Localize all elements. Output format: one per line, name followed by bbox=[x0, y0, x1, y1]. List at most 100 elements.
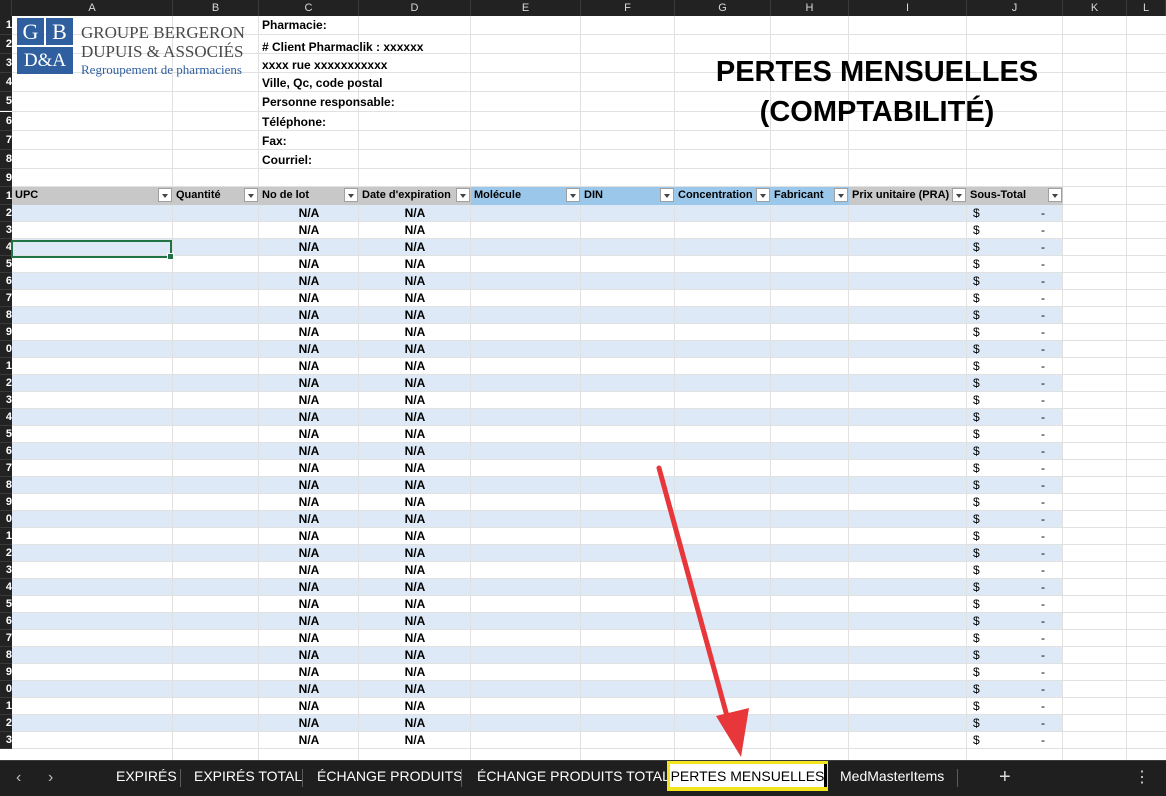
table-cell-expiration[interactable]: N/A bbox=[359, 205, 471, 222]
selected-cell[interactable] bbox=[11, 240, 174, 260]
table-cell-subtotal[interactable]: - bbox=[1041, 732, 1045, 749]
table-cell-expiration[interactable]: N/A bbox=[359, 664, 471, 681]
table-cell-lot[interactable]: N/A bbox=[259, 477, 359, 494]
table-cell-lot[interactable]: N/A bbox=[259, 341, 359, 358]
table-cell-currency[interactable]: $ bbox=[973, 698, 980, 715]
table-cell-expiration[interactable]: N/A bbox=[359, 222, 471, 239]
row-header[interactable]: 6 bbox=[0, 273, 12, 290]
filter-dropdown-icon[interactable] bbox=[244, 188, 258, 202]
filter-dropdown-icon[interactable] bbox=[456, 188, 470, 202]
row-header[interactable]: 1 bbox=[0, 698, 12, 715]
row-header[interactable]: 4 bbox=[0, 73, 12, 93]
row-header[interactable]: 1 bbox=[0, 16, 12, 36]
table-cell-lot[interactable]: N/A bbox=[259, 460, 359, 477]
vertical-ellipsis-icon[interactable]: ⋮ bbox=[1134, 767, 1150, 787]
table-cell-currency[interactable]: $ bbox=[973, 392, 980, 409]
row-header[interactable]: 3 bbox=[0, 562, 12, 579]
tab-pertes-mensuelles[interactable]: PERTES MENSUELLES bbox=[667, 761, 828, 791]
table-cell-lot[interactable]: N/A bbox=[259, 222, 359, 239]
table-cell-subtotal[interactable]: - bbox=[1041, 681, 1045, 698]
table-cell-subtotal[interactable]: - bbox=[1041, 307, 1045, 324]
table-cell-expiration[interactable]: N/A bbox=[359, 630, 471, 647]
table-cell-expiration[interactable]: N/A bbox=[359, 596, 471, 613]
table-cell-subtotal[interactable]: - bbox=[1041, 562, 1045, 579]
row-header[interactable]: 1 bbox=[0, 187, 12, 205]
table-cell-expiration[interactable]: N/A bbox=[359, 256, 471, 273]
table-cell-currency[interactable]: $ bbox=[973, 477, 980, 494]
column-header-cell[interactable]: Sous-Total bbox=[967, 187, 1063, 205]
table-cell-lot[interactable]: N/A bbox=[259, 256, 359, 273]
table-cell-lot[interactable]: N/A bbox=[259, 273, 359, 290]
row-header[interactable]: 9 bbox=[0, 324, 12, 341]
table-cell-lot[interactable]: N/A bbox=[259, 664, 359, 681]
table-cell-expiration[interactable]: N/A bbox=[359, 392, 471, 409]
table-cell-subtotal[interactable]: - bbox=[1041, 222, 1045, 239]
tab-echange-produits[interactable]: ÉCHANGE PRODUITS bbox=[317, 768, 462, 784]
row-header[interactable]: 0 bbox=[0, 341, 12, 358]
table-cell-currency[interactable]: $ bbox=[973, 341, 980, 358]
table-cell-subtotal[interactable]: - bbox=[1041, 392, 1045, 409]
table-cell-subtotal[interactable]: - bbox=[1041, 647, 1045, 664]
column-header-a[interactable]: A bbox=[12, 0, 173, 16]
table-cell-currency[interactable]: $ bbox=[973, 460, 980, 477]
table-cell-subtotal[interactable]: - bbox=[1041, 426, 1045, 443]
table-cell-lot[interactable]: N/A bbox=[259, 409, 359, 426]
row-header[interactable]: 7 bbox=[0, 630, 12, 647]
table-cell-currency[interactable]: $ bbox=[973, 528, 980, 545]
table-cell-lot[interactable]: N/A bbox=[259, 443, 359, 460]
table-cell-subtotal[interactable]: - bbox=[1041, 443, 1045, 460]
table-cell-expiration[interactable]: N/A bbox=[359, 681, 471, 698]
filter-dropdown-icon[interactable] bbox=[566, 188, 580, 202]
table-cell-lot[interactable]: N/A bbox=[259, 596, 359, 613]
table-cell-lot[interactable]: N/A bbox=[259, 290, 359, 307]
row-header[interactable]: 3 bbox=[0, 392, 12, 409]
row-header[interactable]: 5 bbox=[0, 426, 12, 443]
column-header-cell[interactable]: DIN bbox=[581, 187, 675, 205]
column-header-cell[interactable]: Fabricant bbox=[771, 187, 849, 205]
table-cell-currency[interactable]: $ bbox=[973, 426, 980, 443]
table-cell-currency[interactable]: $ bbox=[973, 358, 980, 375]
column-header-g[interactable]: G bbox=[675, 0, 771, 16]
row-header[interactable]: 2 bbox=[0, 205, 12, 222]
table-cell-subtotal[interactable]: - bbox=[1041, 205, 1045, 222]
table-cell-currency[interactable]: $ bbox=[973, 579, 980, 596]
column-header-h[interactable]: H bbox=[771, 0, 849, 16]
column-header-f[interactable]: F bbox=[581, 0, 675, 16]
tab-echange-produits-total[interactable]: ÉCHANGE PRODUITS TOTAL bbox=[477, 768, 670, 784]
table-cell-currency[interactable]: $ bbox=[973, 681, 980, 698]
table-cell-subtotal[interactable]: - bbox=[1041, 511, 1045, 528]
table-cell-expiration[interactable]: N/A bbox=[359, 273, 471, 290]
row-header[interactable]: 8 bbox=[0, 307, 12, 324]
row-header[interactable]: 3 bbox=[0, 222, 12, 239]
row-header[interactable]: 8 bbox=[0, 647, 12, 664]
table-cell-lot[interactable]: N/A bbox=[259, 732, 359, 749]
table-cell-currency[interactable]: $ bbox=[973, 562, 980, 579]
table-cell-expiration[interactable]: N/A bbox=[359, 698, 471, 715]
table-cell-currency[interactable]: $ bbox=[973, 494, 980, 511]
row-header[interactable]: 2 bbox=[0, 35, 12, 55]
table-cell-subtotal[interactable]: - bbox=[1041, 664, 1045, 681]
table-cell-currency[interactable]: $ bbox=[973, 324, 980, 341]
table-cell-currency[interactable]: $ bbox=[973, 443, 980, 460]
table-cell-subtotal[interactable]: - bbox=[1041, 290, 1045, 307]
table-cell-expiration[interactable]: N/A bbox=[359, 307, 471, 324]
column-header-cell[interactable]: Prix unitaire (PRA) bbox=[849, 187, 967, 205]
cells-area[interactable]: G B D&A GROUPE BERGERON DUPUIS & ASSOCIÉ… bbox=[11, 16, 1166, 760]
table-cell-subtotal[interactable]: - bbox=[1041, 579, 1045, 596]
table-cell-lot[interactable]: N/A bbox=[259, 562, 359, 579]
table-cell-lot[interactable]: N/A bbox=[259, 681, 359, 698]
spreadsheet-grid[interactable]: ABCDEFGHIJKL 123456789123456789012345678… bbox=[0, 0, 1166, 760]
row-header[interactable]: 6 bbox=[0, 443, 12, 460]
row-header[interactable]: 6 bbox=[0, 613, 12, 630]
table-cell-subtotal[interactable]: - bbox=[1041, 273, 1045, 290]
table-cell-expiration[interactable]: N/A bbox=[359, 562, 471, 579]
table-cell-lot[interactable]: N/A bbox=[259, 545, 359, 562]
table-cell-subtotal[interactable]: - bbox=[1041, 698, 1045, 715]
table-cell-lot[interactable]: N/A bbox=[259, 375, 359, 392]
table-cell-currency[interactable]: $ bbox=[973, 205, 980, 222]
table-cell-subtotal[interactable]: - bbox=[1041, 494, 1045, 511]
filter-dropdown-icon[interactable] bbox=[834, 188, 848, 202]
table-cell-lot[interactable]: N/A bbox=[259, 647, 359, 664]
column-header-j[interactable]: J bbox=[967, 0, 1063, 16]
column-header-b[interactable]: B bbox=[173, 0, 259, 16]
